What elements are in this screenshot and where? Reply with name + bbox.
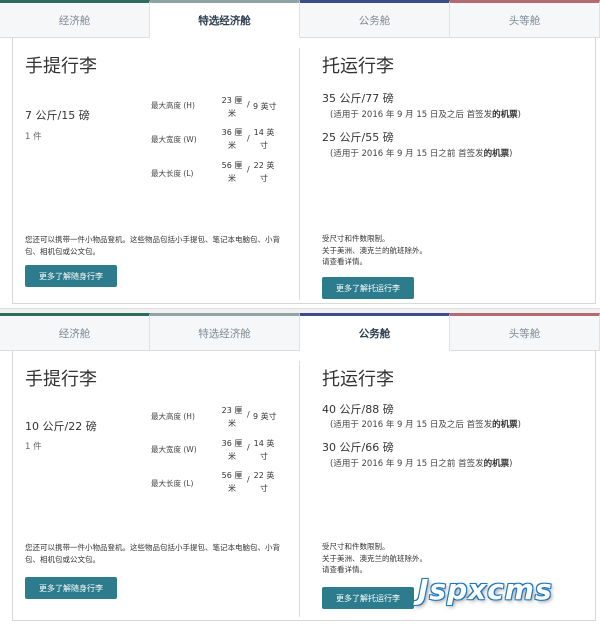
dim-width-label: 最大宽度 (W) [151, 445, 197, 454]
dim-separator: / [247, 475, 250, 484]
carry-on-count: 1 件 [25, 132, 42, 142]
carry-on-note: 您还可以携带一件小物品登机。这些物品包括小手提包、笔记本电脑包、小背包、相机包或… [25, 543, 280, 564]
checked-weight-2: 25 公斤/55 磅 [322, 131, 394, 144]
dim-height-inch: 9 英寸 [253, 412, 277, 421]
dim-length-cm: 56 厘米 [221, 161, 243, 183]
carry-on-note: 您还可以携带一件小物品登机。这些物品包括小手提包、笔记本电脑包、小背包、相机包或… [25, 235, 280, 256]
baggage-content: 手提行李 7 公斤/15 磅 1 件 最大高度 (H) 23 厘米 / 9 英寸… [12, 38, 596, 304]
watermark-logo: Jspxcms [418, 573, 553, 606]
checked-note: 受尺寸和件数限制。 关于美洲、澳克兰的航班除外。 请查看详情。 [322, 542, 427, 574]
checked-weight-1: 35 公斤/77 磅 [322, 92, 394, 105]
cabin-tabs: 经济舱 特选经济舱 公务舱 头等舱 [0, 0, 600, 38]
dim-separator: / [247, 443, 250, 452]
dim-separator: / [247, 100, 250, 109]
carry-on-more-button[interactable]: 更多了解随身行李 [25, 265, 117, 287]
cabin-tabs: 经济舱 特选经济舱 公务舱 头等舱 [0, 313, 600, 351]
tab-business[interactable]: 公务舱 [300, 0, 450, 38]
carry-on-section: 手提行李 10 公斤/22 磅 1 件 最大高度 (H) 23 厘米 / 9 英… [13, 351, 299, 620]
dim-length-inch: 22 英寸 [253, 471, 275, 493]
carry-on-more-button[interactable]: 更多了解随身行李 [25, 577, 117, 599]
dim-length-label: 最大长度 (L) [151, 169, 194, 178]
dim-length-cm: 56 厘米 [221, 471, 243, 493]
dim-height-label: 最大高度 (H) [151, 101, 195, 110]
checked-baggage-section: 托运行李 35 公斤/77 磅 (适用于 2016 年 9 月 15 日及之后 … [300, 38, 597, 303]
tab-premium-economy[interactable]: 特选经济舱 [150, 313, 300, 351]
tab-premium-economy[interactable]: 特选经济舱 [150, 0, 300, 38]
checked-more-button[interactable]: 更多了解托运行李 [322, 277, 414, 299]
tab-business[interactable]: 公务舱 [300, 313, 450, 351]
checked-note-1: (适用于 2016 年 9 月 15 日及之后 首签发的机票) [330, 110, 521, 120]
dim-width-cm: 36 厘米 [221, 439, 243, 461]
dim-width-inch: 14 英寸 [253, 439, 275, 461]
dim-separator: / [247, 410, 250, 419]
dim-separator: / [247, 165, 250, 174]
dim-width-label: 最大宽度 (W) [151, 135, 197, 144]
tab-first[interactable]: 头等舱 [450, 313, 600, 351]
checked-note-1: (适用于 2016 年 9 月 15 日及之后 首签发的机票) [330, 420, 521, 430]
carry-on-weight: 10 公斤/22 磅 [25, 420, 97, 433]
tab-first[interactable]: 头等舱 [450, 0, 600, 38]
dim-height-inch: 9 英寸 [253, 102, 277, 111]
dim-width-cm: 36 厘米 [221, 128, 243, 150]
dim-height-cm: 23 厘米 [221, 96, 243, 118]
checked-note: 受尺寸和件数限制。 关于美洲、澳克兰的航班除外。 请查看详情。 [322, 234, 427, 266]
dim-separator: / [247, 134, 250, 143]
checked-weight-2: 30 公斤/66 磅 [322, 441, 394, 454]
checked-note-2: (适用于 2016 年 9 月 15 日之前 首签发的机票) [330, 459, 513, 469]
tab-economy[interactable]: 经济舱 [0, 0, 150, 38]
carry-on-title: 手提行李 [25, 56, 97, 77]
checked-title: 托运行李 [322, 56, 394, 77]
dim-height-label: 最大高度 (H) [151, 412, 195, 421]
tab-economy[interactable]: 经济舱 [0, 313, 150, 351]
checked-title: 托运行李 [322, 369, 394, 390]
dim-height-cm: 23 厘米 [221, 406, 243, 428]
dim-length-inch: 22 英寸 [253, 161, 275, 183]
dim-length-label: 最大长度 (L) [151, 479, 194, 488]
checked-more-button[interactable]: 更多了解托运行李 [322, 587, 414, 609]
dim-width-inch: 14 英寸 [253, 128, 275, 150]
baggage-panel-premium-economy: 经济舱 特选经济舱 公务舱 头等舱 手提行李 7 公斤/15 磅 1 件 最大高… [0, 0, 600, 310]
checked-note-2: (适用于 2016 年 9 月 15 日之前 首签发的机票) [330, 149, 513, 159]
carry-on-weight: 7 公斤/15 磅 [25, 109, 90, 122]
carry-on-section: 手提行李 7 公斤/15 磅 1 件 最大高度 (H) 23 厘米 / 9 英寸… [13, 38, 299, 303]
carry-on-count: 1 件 [25, 442, 42, 452]
checked-weight-1: 40 公斤/88 磅 [322, 403, 394, 416]
carry-on-title: 手提行李 [25, 369, 97, 390]
